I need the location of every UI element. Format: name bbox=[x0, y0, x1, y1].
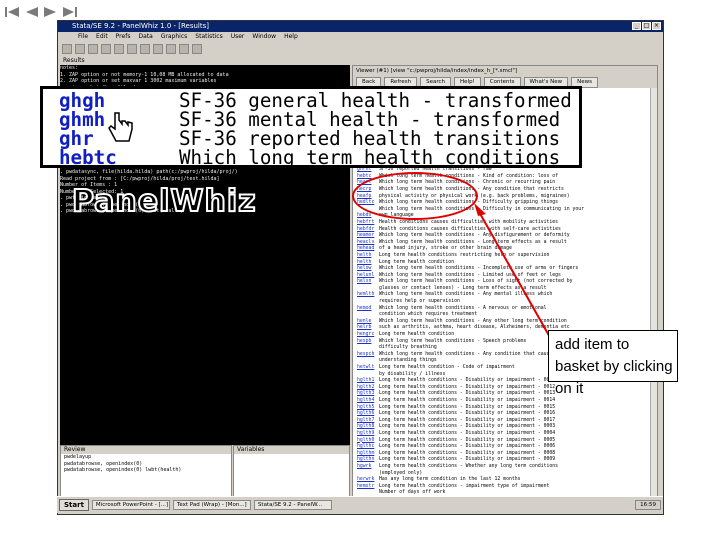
pointer-arrow bbox=[474, 203, 557, 349]
annotation-callout: add item to basket by clicking on it bbox=[548, 330, 678, 397]
